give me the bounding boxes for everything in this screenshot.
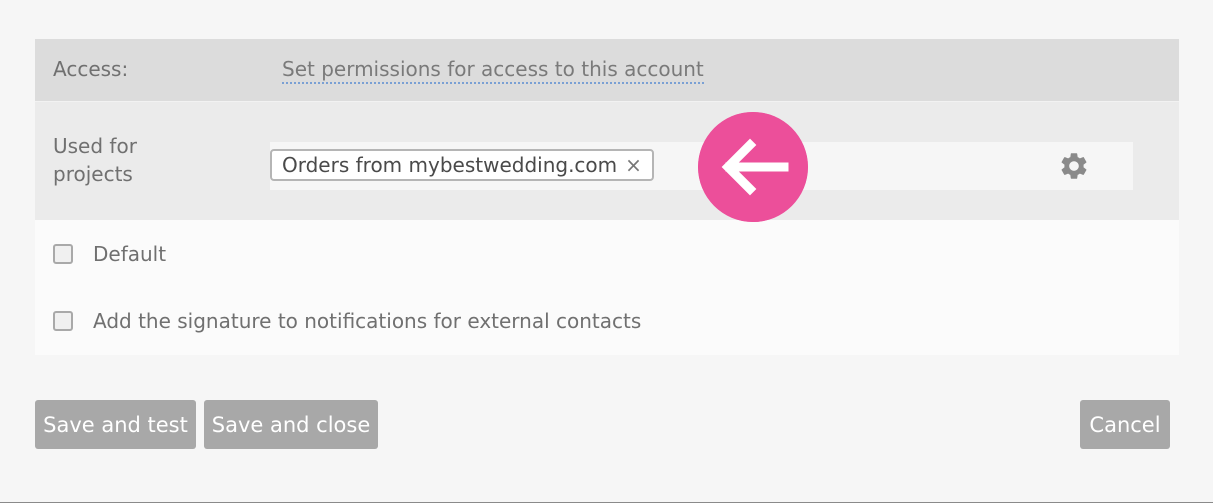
projects-label-line2: projects <box>53 162 133 186</box>
default-option: Default <box>53 242 166 266</box>
options-section: Default Add the signature to notificatio… <box>35 220 1179 355</box>
projects-row: Used for projects Orders from mybestwedd… <box>35 101 1179 220</box>
close-icon[interactable]: × <box>625 155 642 175</box>
access-row: Access: Set permissions for access to th… <box>35 39 1179 101</box>
default-label: Default <box>93 242 167 266</box>
signature-label: Add the signature to notifications for e… <box>93 309 642 333</box>
save-and-close-button[interactable]: Save and close <box>204 400 378 449</box>
signature-option: Add the signature to notifications for e… <box>53 309 641 333</box>
arrow-left-icon <box>698 112 808 222</box>
signature-checkbox[interactable] <box>53 311 73 331</box>
access-label: Access: <box>53 57 129 81</box>
save-and-test-button[interactable]: Save and test <box>35 400 196 449</box>
access-permissions-link[interactable]: Set permissions for access to this accou… <box>282 56 704 84</box>
projects-label: Used for projects <box>53 132 137 188</box>
gear-icon[interactable] <box>1058 150 1090 182</box>
cancel-button[interactable]: Cancel <box>1080 400 1170 449</box>
page: Access: Set permissions for access to th… <box>0 0 1213 503</box>
project-tag: Orders from mybestwedding.com × <box>270 149 654 181</box>
project-tag-label: Orders from mybestwedding.com <box>282 153 618 177</box>
projects-label-line1: Used for <box>53 134 137 158</box>
default-checkbox[interactable] <box>53 244 73 264</box>
settings-form: Access: Set permissions for access to th… <box>35 39 1179 355</box>
